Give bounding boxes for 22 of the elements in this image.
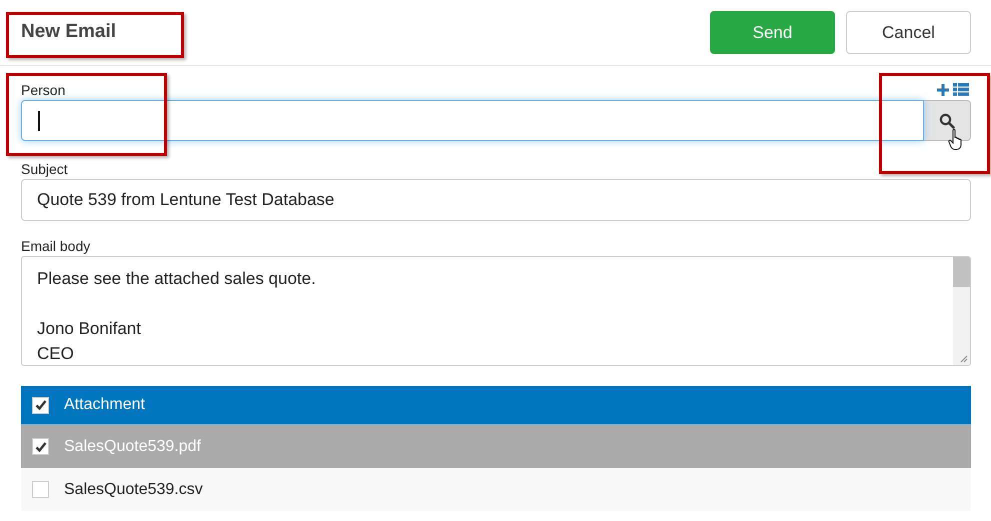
field-label: Email body: [21, 237, 92, 256]
search-button[interactable]: [924, 100, 971, 141]
row-label: Attachment: [64, 396, 145, 414]
window-title: New Email: [21, 20, 116, 42]
subject-input-field[interactable]: Quote 539 from Lentune Test Database: [21, 179, 971, 221]
field-label: Person: [21, 81, 66, 100]
row-label: SalesQuote539.pdf: [64, 438, 201, 456]
email-body-field[interactable]: Please see the attached sales quote. Jono Bonifant CEO: [21, 256, 971, 366]
plus-icon[interactable]: [937, 84, 949, 96]
list-icon[interactable]: [953, 83, 969, 96]
checkbox[interactable]: [32, 438, 49, 455]
search-icon: [939, 112, 955, 128]
person-input-field[interactable]: [21, 100, 924, 141]
checkbox[interactable]: [32, 396, 49, 414]
checkbox[interactable]: [32, 481, 49, 498]
cancel-button[interactable]: Cancel: [846, 11, 971, 54]
scrollbar[interactable]: [953, 257, 970, 365]
row-label: SalesQuote539.csv: [64, 480, 203, 498]
attachment-row[interactable]: SalesQuote539.csv: [21, 468, 971, 511]
resize-grip-icon[interactable]: [960, 355, 968, 363]
text-cursor: [38, 111, 40, 131]
field-label: Subject: [21, 160, 69, 179]
